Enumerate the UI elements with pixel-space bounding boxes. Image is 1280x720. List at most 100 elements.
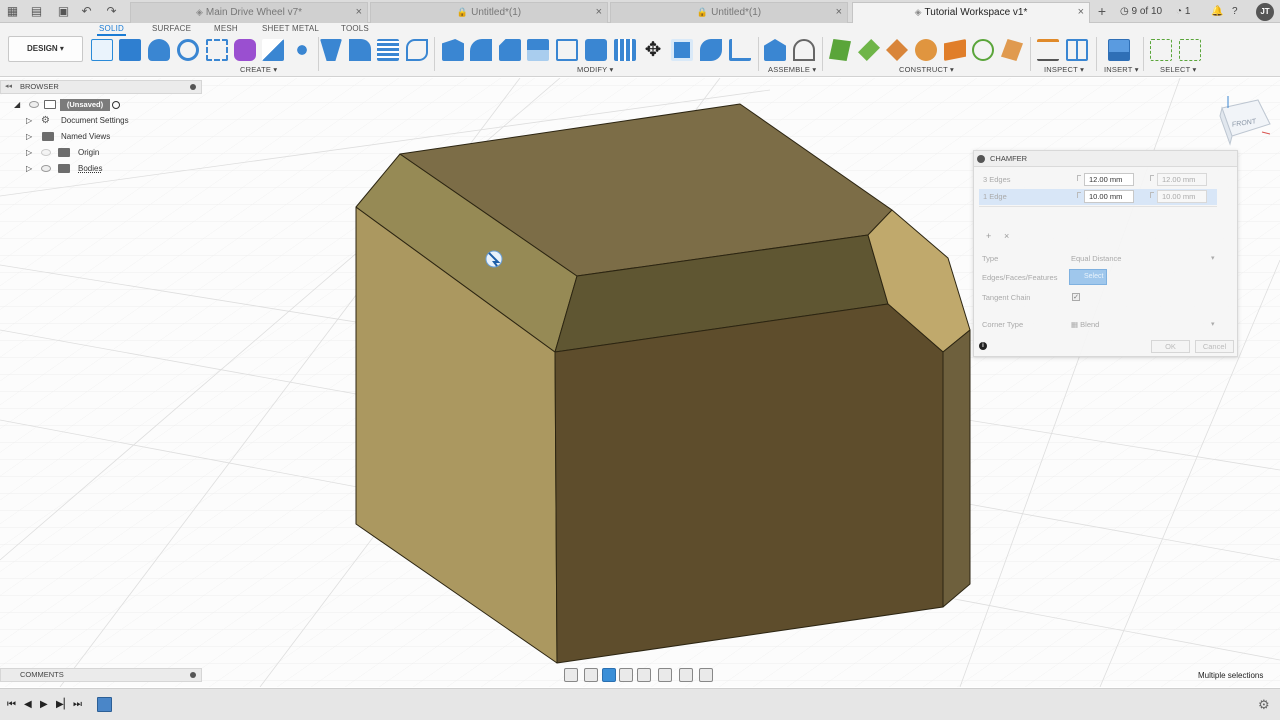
plane-through-icon[interactable] <box>1001 39 1023 61</box>
browser-panel-header[interactable]: ◂◂ BROWSER <box>0 80 202 94</box>
fillet-edge-icon[interactable] <box>470 39 492 61</box>
save-icon[interactable]: ▣ <box>56 4 71 19</box>
tangent-chain-checkbox[interactable]: ✓ <box>1072 293 1080 301</box>
align-icon[interactable] <box>671 39 693 61</box>
go-to-start-icon[interactable]: ⏮ <box>7 699 16 711</box>
scatter-icon[interactable] <box>291 39 313 61</box>
fillet-icon[interactable] <box>349 39 371 61</box>
scale-icon[interactable] <box>442 39 464 61</box>
visibility-eye-icon[interactable] <box>41 165 51 172</box>
close-icon[interactable]: × <box>596 3 602 22</box>
plane-at-angle-icon[interactable] <box>858 39 880 61</box>
select-window-icon[interactable] <box>1150 39 1172 61</box>
tab-untitled-2[interactable]: 🔒 Untitled*(1) × <box>610 2 848 23</box>
notifications-badge[interactable]: ◔ 1 <box>1176 4 1190 19</box>
create-menu[interactable]: CREATE ▾ <box>240 65 277 74</box>
chamfer-row-3-edges[interactable]: 3 Edges 12.00 mm 12.00 mm <box>979 172 1217 188</box>
tangent-plane-icon[interactable] <box>886 39 908 61</box>
tab-surface[interactable]: SURFACE <box>152 24 191 33</box>
new-tab-plus-icon[interactable]: + <box>1094 3 1110 19</box>
close-icon[interactable]: × <box>356 3 362 22</box>
extrude-icon[interactable] <box>119 39 141 61</box>
visibility-eye-icon[interactable] <box>29 101 39 108</box>
construct-menu[interactable]: CONSTRUCT ▾ <box>899 65 954 74</box>
offset-plane-icon[interactable] <box>829 39 851 61</box>
type-select[interactable]: Equal Distance <box>1071 254 1121 263</box>
draft-icon[interactable] <box>406 39 428 61</box>
select-edges-button[interactable]: Select <box>1069 269 1107 285</box>
combine-icon[interactable] <box>585 39 607 61</box>
replace-face-icon[interactable] <box>556 39 578 61</box>
triangle-down-icon[interactable]: ◢ <box>14 101 22 109</box>
select-priority-icon[interactable] <box>1179 39 1201 61</box>
close-icon[interactable]: × <box>836 3 842 22</box>
design-workspace-button[interactable]: DESIGN ▾ <box>8 36 83 62</box>
browser-item-document-settings[interactable]: ▷ ⚙ Document Settings <box>0 114 200 128</box>
pattern-icon[interactable] <box>206 39 228 61</box>
gear-icon[interactable]: ⚙ <box>1258 697 1270 713</box>
viewports-icon[interactable] <box>699 668 713 682</box>
step-forward-icon[interactable]: ▶▏ <box>56 699 71 711</box>
orbit-icon[interactable] <box>564 668 578 682</box>
ok-button[interactable]: OK <box>1151 340 1190 353</box>
cancel-button[interactable]: Cancel <box>1195 340 1234 353</box>
modify-menu[interactable]: MODIFY ▾ <box>577 65 613 74</box>
info-icon[interactable]: i <box>979 342 987 350</box>
press-pull-icon[interactable] <box>320 39 342 61</box>
measure-icon[interactable] <box>1037 39 1059 61</box>
tab-untitled-1[interactable]: 🔒 Untitled*(1) × <box>370 2 608 23</box>
play-icon[interactable]: ▶ <box>40 699 48 711</box>
dialog-header[interactable]: CHAMFER <box>974 151 1237 167</box>
remove-row-icon[interactable]: × <box>1004 231 1009 241</box>
redo-icon[interactable]: ↷ <box>104 4 119 19</box>
mirror-icon[interactable] <box>262 39 284 61</box>
pin-icon[interactable] <box>190 672 196 678</box>
hole-icon[interactable] <box>177 39 199 61</box>
job-status[interactable]: ◷ 9 of 10 <box>1120 4 1162 19</box>
tab-mesh[interactable]: MESH <box>214 24 238 33</box>
browser-item-bodies[interactable]: ▷ Bodies <box>0 162 200 176</box>
timeline-feature-chamfer[interactable] <box>97 697 112 712</box>
new-component-icon[interactable] <box>764 39 786 61</box>
select-menu[interactable]: SELECT ▾ <box>1160 65 1197 74</box>
add-row-icon[interactable]: + <box>986 231 991 241</box>
pin-icon[interactable] <box>190 84 196 90</box>
file-icon[interactable]: ▤ <box>29 4 44 19</box>
grid-settings-icon[interactable] <box>679 668 693 682</box>
distance-input[interactable]: 12.00 mm <box>1084 173 1134 186</box>
assemble-menu[interactable]: ASSEMBLE ▾ <box>768 65 816 74</box>
delete-icon[interactable] <box>700 39 722 61</box>
bell-icon[interactable]: 🔔 <box>1211 4 1223 19</box>
chevron-down-icon[interactable]: ▾ <box>1211 254 1215 262</box>
chevron-down-icon[interactable]: ▾ <box>1211 320 1215 328</box>
triangle-right-icon[interactable]: ▷ <box>26 117 34 125</box>
zoom-icon[interactable] <box>619 668 633 682</box>
move-icon[interactable]: ✥ <box>642 39 664 61</box>
chamfer-row-1-edge[interactable]: 1 Edge 10.00 mm 10.00 mm <box>979 189 1217 205</box>
create-sketch-icon[interactable] <box>91 39 113 61</box>
create-form-icon[interactable] <box>234 39 256 61</box>
browser-item-origin[interactable]: ▷ Origin <box>0 146 200 160</box>
revolve-icon[interactable] <box>148 39 170 61</box>
chamfer-icon[interactable] <box>499 39 521 61</box>
close-icon[interactable]: × <box>1078 3 1084 22</box>
axis-icon[interactable] <box>944 39 966 61</box>
tab-tools[interactable]: TOOLS <box>341 24 369 33</box>
tab-sheet-metal[interactable]: SHEET METAL <box>262 24 319 33</box>
insert-menu[interactable]: INSERT ▾ <box>1104 65 1139 74</box>
browser-root-unsaved[interactable]: ◢ (Unsaved) <box>0 98 200 112</box>
point-icon[interactable] <box>972 39 994 61</box>
comments-panel[interactable]: COMMENTS <box>0 668 202 682</box>
fit-icon[interactable] <box>637 668 651 682</box>
look-at-icon[interactable] <box>584 668 598 682</box>
display-settings-icon[interactable] <box>658 668 672 682</box>
midplane-icon[interactable] <box>915 39 937 61</box>
tab-solid[interactable]: SOLID <box>96 24 127 36</box>
grid-apps-icon[interactable]: ▦ <box>5 4 20 19</box>
visibility-eye-icon[interactable] <box>41 149 51 156</box>
collapse-dialog-icon[interactable] <box>977 155 985 163</box>
go-to-end-icon[interactable]: ⏭ <box>73 699 82 711</box>
undo-icon[interactable]: ↶ <box>79 4 94 19</box>
joint-icon[interactable] <box>793 39 815 61</box>
help-icon[interactable]: ? <box>1232 4 1238 19</box>
